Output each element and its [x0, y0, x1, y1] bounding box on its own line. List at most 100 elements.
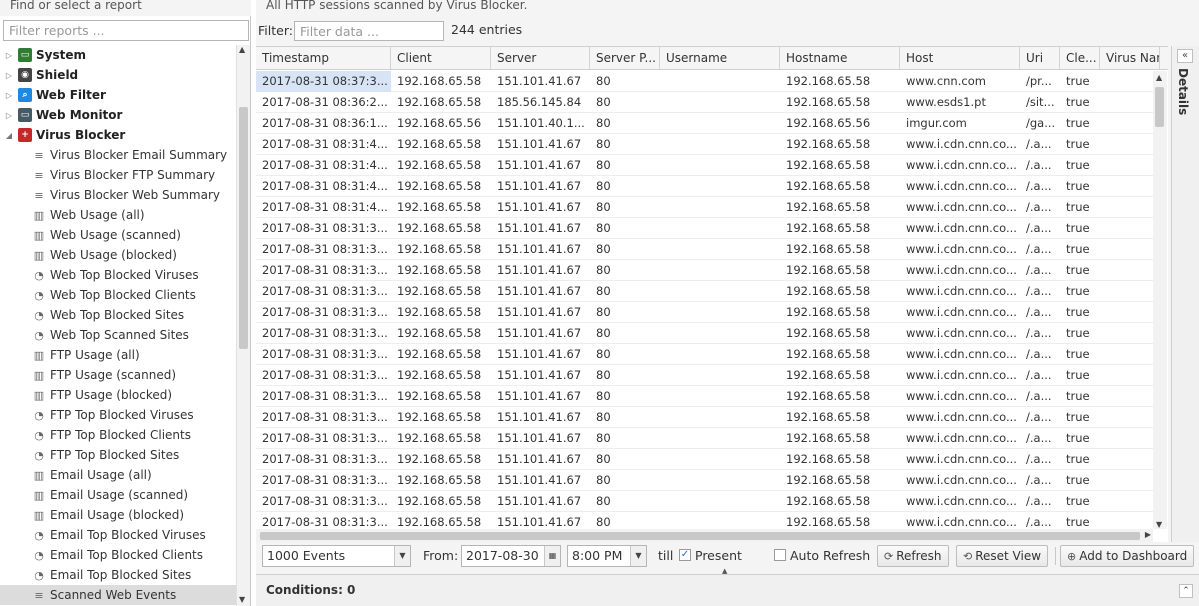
table-row[interactable]: 2017-08-31 08:31:3... 192.168.65.58 151.10… — [256, 449, 1153, 470]
from-date-field[interactable]: 2017-08-30 ▦ — [461, 545, 561, 567]
tree-report-item[interactable]: ◔ Web Top Blocked Sites — [0, 305, 236, 325]
reset-view-button[interactable]: ⟲ Reset View — [956, 545, 1049, 567]
filter-data-input[interactable] — [294, 21, 444, 41]
column-header[interactable]: Server — [491, 47, 590, 69]
tree-report-item[interactable]: ▥ FTP Usage (all) — [0, 345, 236, 365]
scroll-right-icon[interactable]: ▶ — [1145, 530, 1151, 539]
double-chevron-up-icon[interactable]: ⌃ — [1179, 584, 1193, 598]
tree-report-item[interactable]: ▥ FTP Usage (blocked) — [0, 385, 236, 405]
column-header[interactable]: Server P... — [590, 47, 660, 69]
add-to-dashboard-button[interactable]: ⊕ Add to Dashboard — [1060, 545, 1195, 567]
scroll-down-icon[interactable]: ▼ — [1156, 520, 1162, 529]
tree-category[interactable]: ▷ ⌕ Web Filter — [0, 85, 236, 105]
table-row[interactable]: 2017-08-31 08:31:3... 192.168.65.58 151.10… — [256, 344, 1153, 365]
tree-category[interactable]: ▷ ▭ Web Monitor — [0, 105, 236, 125]
tree-report-item[interactable]: ◔ FTP Top Blocked Clients — [0, 425, 236, 445]
tree-report-item[interactable]: ▥ Web Usage (all) — [0, 205, 236, 225]
chevron-down-icon[interactable]: ▼ — [630, 546, 646, 566]
double-chevron-left-icon[interactable]: « — [1177, 49, 1193, 63]
table-row[interactable]: 2017-08-31 08:37:3... 192.168.65.58 151.10… — [256, 71, 1153, 92]
column-header[interactable]: Hostname — [780, 47, 900, 69]
tree-report-item[interactable]: ◔ Email Top Blocked Clients — [0, 545, 236, 565]
collapsed-arrow-icon[interactable]: ▷ — [4, 51, 14, 60]
table-cell — [1100, 260, 1153, 281]
refresh-button[interactable]: ⟳ Refresh — [877, 545, 949, 567]
scroll-up-icon[interactable]: ▲ — [1156, 73, 1162, 82]
column-header[interactable]: Timestamp — [256, 47, 391, 69]
table-row[interactable]: 2017-08-31 08:31:3... 192.168.65.58 151.10… — [256, 470, 1153, 491]
table-row[interactable]: 2017-08-31 08:31:3... 192.168.65.58 151.10… — [256, 302, 1153, 323]
table-row[interactable]: 2017-08-31 08:31:3... 192.168.65.58 151.10… — [256, 407, 1153, 428]
calendar-icon[interactable]: ▦ — [544, 546, 560, 566]
grid-horizontal-scroll-thumb[interactable] — [260, 532, 1140, 540]
tree-category[interactable]: ▷ ▭ System — [0, 45, 236, 65]
details-panel-collapsed[interactable]: « Details — [1171, 46, 1199, 542]
present-checkbox[interactable]: ✓ — [679, 549, 691, 561]
tree-report-item[interactable]: ▥ Web Usage (scanned) — [0, 225, 236, 245]
auto-refresh-label[interactable]: Auto Refresh — [790, 548, 870, 563]
grid-horizontal-scrollbar[interactable]: ▶ — [256, 529, 1153, 542]
events-limit-select[interactable]: 1000 Events ▼ — [262, 545, 411, 567]
tree-report-item[interactable]: ≡ Virus Blocker Email Summary — [0, 145, 236, 165]
scroll-down-icon[interactable]: ▼ — [239, 595, 245, 604]
tree-report-item[interactable]: ≡ Scanned Web Events — [0, 585, 236, 605]
expanded-arrow-icon[interactable]: ◢ — [4, 131, 14, 140]
table-row[interactable]: 2017-08-31 08:31:3... 192.168.65.58 151.10… — [256, 260, 1153, 281]
tree-category[interactable]: ▷ ◉ Shield — [0, 65, 236, 85]
table-row[interactable]: 2017-08-31 08:31:3... 192.168.65.58 151.10… — [256, 218, 1153, 239]
table-row[interactable]: 2017-08-31 08:31:4... 192.168.65.58 151.10… — [256, 155, 1153, 176]
table-cell: /pr... — [1026, 74, 1052, 88]
tree-report-item[interactable]: ▥ FTP Usage (scanned) — [0, 365, 236, 385]
table-row[interactable]: 2017-08-31 08:31:3... 192.168.65.58 151.10… — [256, 323, 1153, 344]
table-row[interactable]: 2017-08-31 08:31:3... 192.168.65.58 151.10… — [256, 365, 1153, 386]
tree-report-item[interactable]: ▥ Email Usage (blocked) — [0, 505, 236, 525]
tree-report-item[interactable]: ◔ FTP Top Blocked Viruses — [0, 405, 236, 425]
collapsed-arrow-icon[interactable]: ▷ — [4, 111, 14, 120]
column-header[interactable]: Cle... — [1060, 47, 1100, 69]
tree-report-item[interactable]: ◔ Email Top Blocked Viruses — [0, 525, 236, 545]
details-label[interactable]: Details — [1176, 68, 1190, 115]
report-tree-scrollbar[interactable]: ▲ ▼ — [236, 45, 250, 606]
tree-category[interactable]: ◢ + Virus Blocker — [0, 125, 236, 145]
grid-vertical-scrollbar[interactable]: ▲ ▼ — [1153, 71, 1167, 529]
grid-vertical-scroll-thumb[interactable] — [1155, 87, 1164, 127]
collapsed-arrow-icon[interactable]: ▷ — [4, 91, 14, 100]
column-header[interactable]: Host — [900, 47, 1020, 69]
table-row[interactable]: 2017-08-31 08:31:4... 192.168.65.58 151.10… — [256, 197, 1153, 218]
table-row[interactable]: 2017-08-31 08:31:3... 192.168.65.58 151.10… — [256, 428, 1153, 449]
tree-report-item[interactable]: ◔ Email Top Blocked Sites — [0, 565, 236, 585]
table-cell: 151.101.41.67 — [497, 368, 582, 382]
filter-reports-input[interactable] — [3, 20, 249, 41]
tree-report-item[interactable]: ◔ Web Top Blocked Clients — [0, 285, 236, 305]
chevron-down-icon[interactable]: ▼ — [394, 546, 410, 566]
column-header[interactable]: Virus Nam — [1100, 47, 1160, 69]
tree-report-item[interactable]: ◔ Web Top Blocked Viruses — [0, 265, 236, 285]
tree-report-item[interactable]: ▥ Email Usage (all) — [0, 465, 236, 485]
tree-report-item[interactable]: ◔ Web Top Scanned Sites — [0, 325, 236, 345]
present-label[interactable]: Present — [695, 548, 742, 563]
column-header[interactable]: Uri — [1020, 47, 1060, 69]
report-main-panel: All HTTP sessions scanned by Virus Block… — [256, 0, 1199, 606]
tree-report-item[interactable]: ▥ Web Usage (blocked) — [0, 245, 236, 265]
table-row[interactable]: 2017-08-31 08:31:3... 192.168.65.58 151.10… — [256, 281, 1153, 302]
report-tree-scroll-thumb[interactable] — [239, 107, 248, 349]
tree-report-item[interactable]: ◔ FTP Top Blocked Sites — [0, 445, 236, 465]
tree-report-item[interactable]: ≡ Virus Blocker FTP Summary — [0, 165, 236, 185]
table-row[interactable]: 2017-08-31 08:36:1... 192.168.65.56 151.10… — [256, 113, 1153, 134]
table-row[interactable]: 2017-08-31 08:31:3... 192.168.65.58 151.10… — [256, 239, 1153, 260]
table-row[interactable]: 2017-08-31 08:31:3... 192.168.65.58 151.10… — [256, 512, 1153, 529]
tree-report-item[interactable]: ▥ Email Usage (scanned) — [0, 485, 236, 505]
collapsed-arrow-icon[interactable]: ▷ — [4, 71, 14, 80]
scroll-up-icon[interactable]: ▲ — [239, 45, 245, 54]
table-row[interactable]: 2017-08-31 08:31:4... 192.168.65.58 151.10… — [256, 176, 1153, 197]
table-row[interactable]: 2017-08-31 08:31:3... 192.168.65.58 151.10… — [256, 491, 1153, 512]
column-header[interactable]: Username — [660, 47, 780, 69]
tree-report-item[interactable]: ≡ Virus Blocker Web Summary — [0, 185, 236, 205]
column-header[interactable]: Client — [391, 47, 491, 69]
table-row[interactable]: 2017-08-31 08:36:2... 192.168.65.58 185.56… — [256, 92, 1153, 113]
table-row[interactable]: 2017-08-31 08:31:3... 192.168.65.58 151.10… — [256, 386, 1153, 407]
from-time-select[interactable]: 8:00 PM ▼ — [567, 545, 647, 567]
table-row[interactable]: 2017-08-31 08:31:4... 192.168.65.58 151.10… — [256, 134, 1153, 155]
table-cell — [660, 239, 780, 260]
auto-refresh-checkbox[interactable] — [774, 549, 786, 561]
